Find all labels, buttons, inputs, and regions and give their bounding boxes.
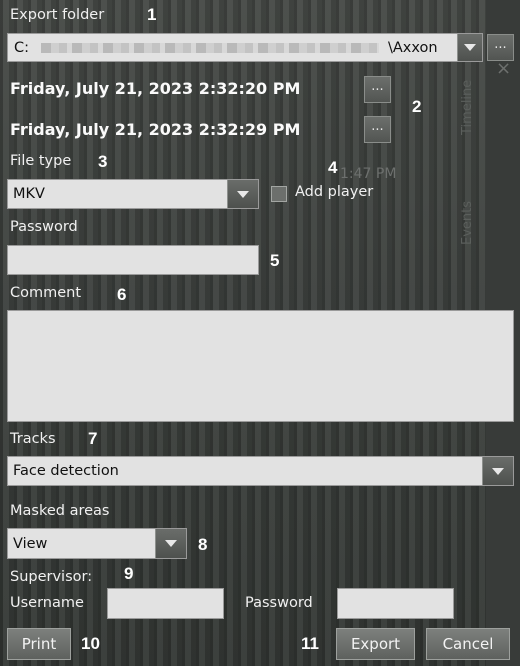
folder-path-start: C: xyxy=(14,39,30,56)
chevron-down-icon[interactable] xyxy=(482,457,513,485)
callout-3: 3 xyxy=(98,152,108,171)
events-label: Events xyxy=(460,200,475,245)
callout-6: 6 xyxy=(117,285,127,304)
supervisor-label: Supervisor: xyxy=(10,569,93,585)
callout-11: 11 xyxy=(301,634,319,653)
callout-4: 4 xyxy=(328,158,338,177)
browse-folder-button[interactable]: ... xyxy=(487,34,514,61)
chevron-down-icon[interactable] xyxy=(155,529,186,558)
cancel-button[interactable]: Cancel xyxy=(426,628,510,660)
tracks-value: Face detection xyxy=(13,463,119,479)
start-date-button[interactable]: ... xyxy=(364,76,391,103)
timeline-label: Timeline xyxy=(460,79,475,135)
supervisor-password-label: Password xyxy=(245,595,313,611)
folder-path-redacted xyxy=(41,43,379,53)
callout-10: 10 xyxy=(81,634,100,653)
folder-path-end: \Axxon xyxy=(388,39,438,56)
add-player-checkbox[interactable] xyxy=(271,186,287,202)
export-folder-label: Export folder xyxy=(10,7,105,23)
tracks-select[interactable]: Face detection xyxy=(7,456,514,486)
export-button[interactable]: Export xyxy=(336,628,415,660)
callout-9: 9 xyxy=(124,564,134,583)
tracks-label: Tracks xyxy=(10,431,56,447)
file-type-value: MKV xyxy=(13,186,45,202)
file-type-select[interactable]: MKV xyxy=(7,179,259,209)
start-date: Friday, July 21, 2023 2:32:20 PM xyxy=(10,79,301,98)
add-player-label: Add player xyxy=(295,184,374,200)
callout-2: 2 xyxy=(412,97,422,116)
comment-label: Comment xyxy=(10,285,82,301)
chevron-down-icon[interactable] xyxy=(457,34,482,61)
end-date: Friday, July 21, 2023 2:32:29 PM xyxy=(10,120,301,139)
callout-5: 5 xyxy=(270,251,280,270)
username-label: Username xyxy=(10,595,84,611)
password-label: Password xyxy=(10,219,78,235)
callout-7: 7 xyxy=(88,429,98,448)
end-date-button[interactable]: ... xyxy=(364,116,391,143)
file-type-label: File type xyxy=(10,153,72,169)
masked-areas-value: View xyxy=(13,535,48,552)
supervisor-password-input[interactable] xyxy=(337,588,454,619)
callout-1: 1 xyxy=(147,5,157,24)
masked-areas-select[interactable]: View xyxy=(7,528,187,559)
masked-areas-label: Masked areas xyxy=(10,503,110,519)
print-button[interactable]: Print xyxy=(7,628,71,660)
comment-textarea[interactable] xyxy=(7,310,514,422)
background-time: 1:47 PM xyxy=(340,166,397,182)
close-icon[interactable]: × xyxy=(496,58,511,79)
callout-8: 8 xyxy=(198,535,208,554)
export-folder-combobox[interactable]: C: \Axxon xyxy=(7,33,483,62)
username-input[interactable] xyxy=(107,588,224,619)
password-input[interactable] xyxy=(7,245,259,275)
chevron-down-icon[interactable] xyxy=(227,180,258,208)
